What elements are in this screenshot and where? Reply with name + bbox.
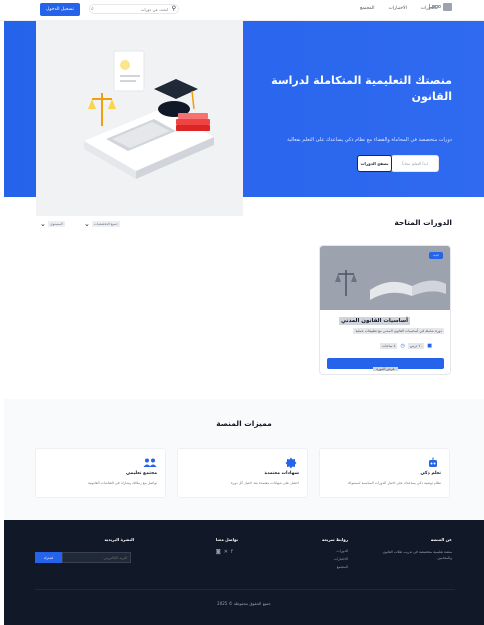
course-title: أساسيات القانون المدني bbox=[338, 317, 410, 325]
level-filter-label: المستوى bbox=[47, 221, 65, 227]
courses-section-title: الدورات المتاحة bbox=[394, 218, 452, 227]
feature-title: شهادات معتمدة bbox=[264, 471, 299, 476]
footer-link-community[interactable]: المجتمع bbox=[322, 565, 348, 569]
search-input[interactable] bbox=[98, 6, 168, 12]
features-section: مميزات المنصة تعلم ذكي نظام توصية ذكي يس… bbox=[4, 399, 484, 520]
footer-about: عن المنصة منصة تعليمية متخصصة في تدريب ط… bbox=[382, 537, 452, 561]
footer-about-title: عن المنصة bbox=[430, 537, 452, 542]
lesson-count: ٢٠ درس bbox=[407, 343, 425, 349]
filter-icon[interactable]: ⚲ bbox=[172, 5, 176, 12]
users-icon bbox=[143, 457, 157, 469]
footer-link-courses[interactable]: الدورات bbox=[322, 549, 348, 553]
feature-card-community: مجتمع تعليمي تواصل مع زملائك وشارك في ال… bbox=[35, 448, 166, 498]
subscribe-button[interactable]: اشترك bbox=[35, 552, 62, 563]
nav-item-courses[interactable]: الدورات bbox=[421, 6, 436, 11]
newsletter-form: اشترك bbox=[35, 552, 131, 563]
footer-newsletter-title: النشرة البريدية bbox=[104, 537, 134, 542]
search-box[interactable]: ⌕ ⚲ bbox=[89, 4, 179, 14]
video-icon: ■ bbox=[427, 343, 432, 349]
specialty-filter-label: جميع التخصصات bbox=[91, 221, 120, 227]
course-meta: ■ ٢٠ درس ◷ ٤ ساعات bbox=[380, 343, 432, 349]
footer: عن المنصة منصة تعليمية متخصصة في تدريب ط… bbox=[4, 520, 484, 625]
course-description: دورة شاملة في أساسيات القانون المدني مع … bbox=[353, 328, 444, 334]
footer-links-title: روابط سريعة bbox=[322, 537, 348, 542]
nav-item-community[interactable]: المجتمع bbox=[360, 6, 374, 11]
nav-item-exams[interactable]: الاختبارات bbox=[388, 6, 406, 11]
hero-illustration bbox=[36, 21, 243, 216]
instagram-icon[interactable]: ◙ bbox=[216, 549, 221, 555]
copyright-text: جميع الحقوق محفوظة © 2025 bbox=[217, 601, 271, 606]
view-course-label: عرض الدورة bbox=[373, 367, 398, 371]
feature-description: نظام توصية ذكي يساعدك على اختيار الدورات… bbox=[347, 481, 441, 485]
feature-title: تعلم ذكي bbox=[420, 471, 441, 476]
feature-description: احصل على شهادات معتمدة بعد اجتياز كل دور… bbox=[230, 481, 299, 485]
start-free-button[interactable]: ابدأ التعلم مجاناً bbox=[391, 155, 439, 172]
specialty-filter[interactable]: ⌄ جميع التخصصات bbox=[84, 219, 120, 229]
search-icon[interactable]: ⌕ bbox=[91, 6, 94, 12]
clock-icon: ◷ bbox=[400, 343, 405, 349]
course-card[interactable]: جديد أساسيات القانون المدني دورة شاملة ف… bbox=[319, 245, 451, 375]
feature-description: تواصل مع زملائك وشارك في النقاشات القانو… bbox=[87, 481, 157, 485]
course-duration: ٤ ساعات bbox=[380, 343, 398, 349]
footer-contact-title: تواصل معنا bbox=[215, 537, 238, 542]
footer-newsletter: النشرة البريدية bbox=[104, 537, 134, 549]
footer-links: روابط سريعة الدورات الاختبارات المجتمع bbox=[322, 537, 348, 573]
footer-about-text: منصة تعليمية متخصصة في تدريب طلاب القانو… bbox=[382, 550, 452, 560]
level-filter[interactable]: ⌄ المستوى bbox=[40, 219, 65, 229]
feature-card-certificates: شهادات معتمدة احصل على شهادات معتمدة بعد… bbox=[177, 448, 308, 498]
hero-subtitle: دورات متخصصة في المحاماة والقضاء مع نظام… bbox=[287, 137, 452, 143]
footer-link-exams[interactable]: الاختبارات bbox=[322, 557, 348, 561]
chevron-down-icon: ⌄ bbox=[84, 220, 90, 228]
chevron-down-icon: ⌄ bbox=[40, 220, 46, 228]
feature-card-smart-learning: تعلم ذكي نظام توصية ذكي يساعدك على اختيا… bbox=[319, 448, 450, 498]
view-course-button[interactable]: عرض الدورة bbox=[327, 358, 444, 371]
facebook-icon[interactable]: f bbox=[231, 549, 233, 555]
footer-divider bbox=[35, 589, 455, 590]
features-title: مميزات المنصة bbox=[216, 419, 272, 428]
hero-section: منصتك التعليمية المتكاملة لدراسة القانون… bbox=[4, 21, 484, 216]
login-button[interactable]: تسجيل الدخول bbox=[40, 3, 80, 16]
course-badge: جديد bbox=[429, 252, 443, 259]
social-links: f ✕ ◙ bbox=[216, 549, 238, 555]
robot-icon bbox=[427, 457, 439, 469]
main-nav: الدورات الاختبارات المجتمع bbox=[360, 6, 436, 11]
logo-image bbox=[443, 3, 452, 11]
hero-title: منصتك التعليمية المتكاملة لدراسة القانون bbox=[271, 74, 452, 103]
top-navbar: Logo الدورات الاختبارات المجتمع ⌕ ⚲ تسجي… bbox=[0, 0, 484, 21]
feature-title: مجتمع تعليمي bbox=[126, 471, 157, 476]
twitter-icon[interactable]: ✕ bbox=[224, 549, 228, 555]
certificate-icon bbox=[285, 457, 297, 469]
law-study-illustration bbox=[84, 50, 214, 179]
footer-contact: تواصل معنا f ✕ ◙ bbox=[216, 537, 238, 555]
browse-courses-button[interactable]: تصفح الدورات bbox=[357, 155, 392, 172]
newsletter-email-input[interactable] bbox=[62, 552, 131, 563]
